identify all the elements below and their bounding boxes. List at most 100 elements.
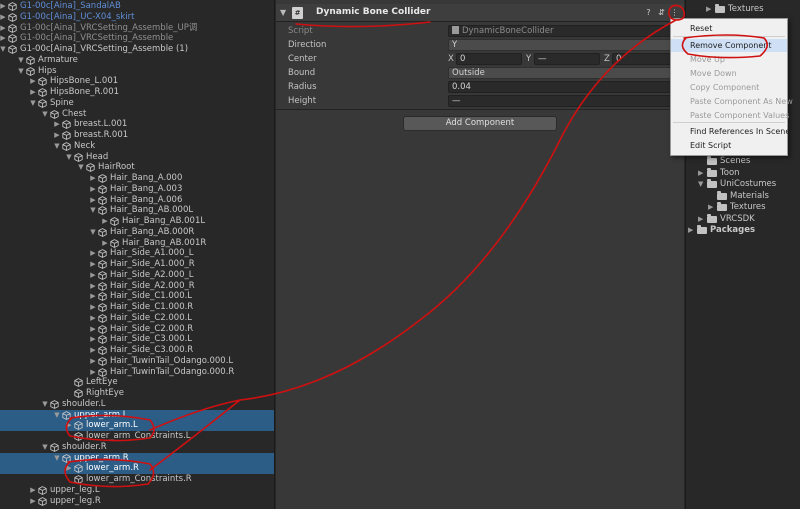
hierarchy-row[interactable]: ▶ Hair_Side_C1.000.R	[0, 302, 274, 313]
hierarchy-row[interactable]: ▼ G1-00c[Aina]_VRCSetting_Assemble (1)	[0, 44, 274, 55]
radius-field[interactable]: 0.04	[448, 81, 674, 93]
expand-arrow-icon[interactable]: ▶	[89, 173, 97, 184]
hierarchy-row[interactable]: ▼ Spine	[0, 98, 274, 109]
expand-arrow-icon[interactable]: ▼	[41, 109, 49, 120]
hierarchy-row[interactable]: ▶ Hair_Bang_A.003	[0, 184, 274, 195]
expand-arrow-icon[interactable]: ▼	[89, 205, 97, 216]
hierarchy-row[interactable]: ▶ Hair_Side_C2.000.R	[0, 324, 274, 335]
expand-arrow-icon[interactable]: ▼	[53, 410, 61, 421]
hierarchy-row[interactable]: ▼ Hair_Bang_AB.000L	[0, 205, 274, 216]
hierarchy-row[interactable]: ▶ breast.R.001	[0, 130, 274, 141]
expand-arrow-icon[interactable]: ▼	[698, 179, 706, 190]
expand-arrow-icon[interactable]: ▶	[698, 168, 706, 179]
expand-arrow-icon[interactable]: ▼	[77, 162, 85, 173]
center-z-field[interactable]: 0	[612, 53, 674, 65]
hierarchy-row[interactable]: lower_arm_Constraints.R	[0, 474, 274, 485]
expand-arrow-icon[interactable]: ▶	[89, 334, 97, 345]
bound-dropdown[interactable]: Outside	[448, 67, 674, 79]
expand-arrow-icon[interactable]: ▶	[89, 248, 97, 259]
height-field[interactable]: —	[448, 95, 674, 107]
context-menu-item[interactable]: Reset	[671, 22, 787, 35]
hierarchy-row[interactable]: ▼ shoulder.L	[0, 399, 274, 410]
hierarchy-row[interactable]: ▼ shoulder.R	[0, 442, 274, 453]
expand-arrow-icon[interactable]: ▶	[89, 259, 97, 270]
expand-arrow-icon[interactable]: ▶	[89, 313, 97, 324]
expand-arrow-icon[interactable]: ▶	[706, 4, 714, 15]
hierarchy-row[interactable]: ▶ breast.L.001	[0, 119, 274, 130]
hierarchy-row[interactable]: ▼ Hips	[0, 66, 274, 77]
expand-arrow-icon[interactable]: ▼	[17, 55, 25, 66]
hierarchy-row[interactable]: ▼ Head	[0, 152, 274, 163]
hierarchy-row[interactable]: ▼ Chest	[0, 109, 274, 120]
presets-icon[interactable]: ⇵	[656, 7, 667, 18]
expand-arrow-icon[interactable]: ▶	[708, 202, 716, 213]
expand-arrow-icon[interactable]: ▼	[89, 227, 97, 238]
component-header[interactable]: ▼ # Dynamic Bone Collider ? ⇵ ⋮	[276, 4, 684, 22]
hierarchy-row[interactable]: ▼ Armature	[0, 55, 274, 66]
hierarchy-row[interactable]: ▶ Hair_Side_A1.000_L	[0, 248, 274, 259]
more-options-icon[interactable]: ⋮	[669, 7, 680, 18]
hierarchy-row[interactable]: ▶ G1-00c[Aina]_UC-X04_skirt	[0, 12, 274, 23]
expand-arrow-icon[interactable]: ▶	[688, 225, 696, 236]
expand-arrow-icon[interactable]: ▶	[29, 485, 37, 496]
add-component-button[interactable]: Add Component	[403, 116, 557, 131]
hierarchy-row[interactable]: ▼ HairRoot	[0, 162, 274, 173]
center-x-field[interactable]: 0	[456, 53, 522, 65]
hierarchy-row[interactable]: ▶ upper_leg.R	[0, 496, 274, 507]
expand-arrow-icon[interactable]: ▶	[89, 184, 97, 195]
context-menu-item[interactable]: Move Up	[671, 53, 787, 66]
expand-arrow-icon[interactable]: ▶	[53, 119, 61, 130]
hierarchy-row[interactable]: ▶ Hair_Side_C3.000.L	[0, 334, 274, 345]
context-menu-item[interactable]: Copy Component	[671, 81, 787, 94]
expand-arrow-icon[interactable]: ▶	[89, 302, 97, 313]
expand-arrow-icon[interactable]: ▶	[29, 87, 37, 98]
hierarchy-row[interactable]: ▶ HipsBone_L.001	[0, 76, 274, 87]
expand-arrow-icon[interactable]: ▶	[0, 33, 7, 44]
hierarchy-row[interactable]: ▶ lower_arm.L	[0, 420, 274, 432]
hierarchy-row[interactable]: ▶ Hair_TuwinTail_Odango.000.L	[0, 356, 274, 367]
hierarchy-row[interactable]: lower_arm_Constraints.L	[0, 431, 274, 442]
expand-arrow-icon[interactable]: ▼	[0, 44, 7, 55]
hierarchy-row[interactable]: ▶ lower_arm.R	[0, 463, 274, 475]
expand-arrow-icon[interactable]: ▼	[53, 141, 61, 152]
hierarchy-row[interactable]: ▼ Hair_Bang_AB.000R	[0, 227, 274, 238]
expand-arrow-icon[interactable]: ▼	[29, 98, 37, 109]
context-menu-item[interactable]: Find References In Scene	[671, 125, 790, 138]
hierarchy-row[interactable]: ▼ upper_arm.R	[0, 452, 274, 464]
expand-arrow-icon[interactable]: ▶	[29, 76, 37, 87]
expand-arrow-icon[interactable]: ▶	[89, 270, 97, 281]
expand-arrow-icon[interactable]: ▶	[698, 214, 706, 225]
hierarchy-row[interactable]: ▶ HipsBone_R.001	[0, 87, 274, 98]
expand-arrow-icon[interactable]: ▶	[101, 216, 109, 227]
expand-arrow-icon[interactable]: ▶	[65, 420, 73, 431]
hierarchy-row[interactable]: ▶ Hair_Side_A2.000_R	[0, 281, 274, 292]
expand-arrow-icon[interactable]: ▶	[29, 496, 37, 507]
context-menu-item[interactable]: Remove Component	[671, 39, 787, 52]
context-menu-item[interactable]: Paste Component As New	[671, 95, 793, 108]
hierarchy-row[interactable]: ▶ Hair_Side_C3.000.R	[0, 345, 274, 356]
expand-arrow-icon[interactable]: ▶	[101, 238, 109, 249]
context-menu-item[interactable]: Edit Script	[671, 139, 787, 152]
expand-arrow-icon[interactable]: ▼	[17, 66, 25, 77]
hierarchy-row[interactable]: ▶ Hair_Bang_A.006	[0, 195, 274, 206]
center-y-field[interactable]: —	[534, 53, 600, 65]
hierarchy-row[interactable]: ▶ Hair_Side_A1.000_R	[0, 259, 274, 270]
expand-arrow-icon[interactable]: ▶	[89, 367, 97, 378]
foldout-arrow-icon[interactable]: ▼	[280, 8, 286, 17]
expand-arrow-icon[interactable]: ▶	[0, 1, 7, 12]
hierarchy-row[interactable]: ▶ G1-00c[Aina]_VRCSetting_Assemble	[0, 33, 274, 44]
direction-dropdown[interactable]: Y	[448, 39, 674, 51]
script-field[interactable]: DynamicBoneCollider	[448, 25, 674, 37]
expand-arrow-icon[interactable]: ▶	[89, 356, 97, 367]
expand-arrow-icon[interactable]: ▶	[53, 130, 61, 141]
expand-arrow-icon[interactable]: ▶	[0, 12, 7, 23]
context-menu-item[interactable]: Paste Component Values	[671, 109, 789, 122]
hierarchy-row[interactable]: ▶ G1-00c[Aina]_SandalAB	[0, 1, 274, 12]
expand-arrow-icon[interactable]: ▶	[0, 23, 7, 34]
expand-arrow-icon[interactable]: ▼	[53, 453, 61, 464]
hierarchy-row[interactable]: ▶ Hair_Side_A2.000_L	[0, 270, 274, 281]
expand-arrow-icon[interactable]: ▶	[89, 281, 97, 292]
expand-arrow-icon[interactable]: ▼	[41, 442, 49, 453]
expand-arrow-icon[interactable]: ▶	[89, 291, 97, 302]
help-icon[interactable]: ?	[643, 7, 654, 18]
